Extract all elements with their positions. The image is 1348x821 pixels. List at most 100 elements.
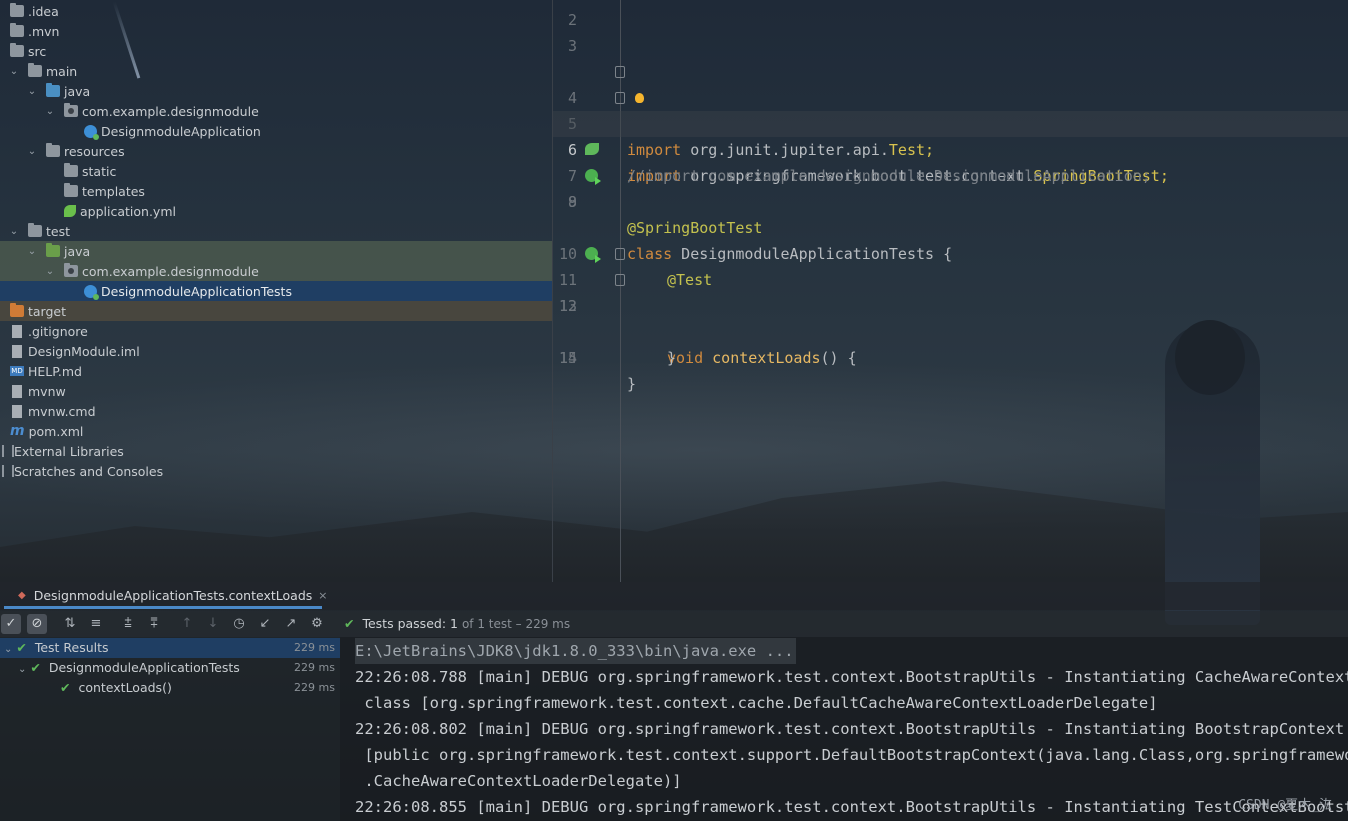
chevron-down-icon[interactable]: ⌄ [26,146,38,157]
console-line: class [org.springframework.test.context.… [355,694,1158,712]
test-folder-icon [46,243,60,257]
code-line: 3 [567,37,577,55]
tree-item-application-yml[interactable]: application.yml [0,201,552,221]
package-icon [64,103,78,117]
spring-class-icon [84,124,99,140]
code-line-current: 6 //import com.example.designmodule.Desi… [553,111,1348,185]
folder-icon [28,63,42,77]
previous-failed-icon[interactable]: ↑ [177,614,197,634]
tree-item-test-java[interactable]: ⌄ java [0,241,552,261]
code-line: 8 class DesignmoduleApplicationTests { [553,163,1348,263]
code-line: 10 @Test [558,245,713,289]
tree-item-resources[interactable]: ⌄ resources [0,141,552,161]
passed-icon: ✔ [59,680,71,695]
folder-icon [64,163,78,177]
import-tests-icon[interactable]: ↙ [255,614,275,634]
console-line: [public org.springframework.test.context… [364,746,1348,764]
sort-by-duration-icon[interactable]: ≡ [86,614,106,634]
tree-item-main-package[interactable]: ⌄ com.example.designmodule [0,101,552,121]
chevron-down-icon[interactable]: ⌄ [18,664,26,675]
code-line: 2 [567,11,577,29]
code-line: 4 import org.junit.jupiter.api.Test; [553,59,1348,159]
markdown-file-icon: MD [10,366,24,376]
tree-item-mvn[interactable]: .mvn [0,21,552,41]
chevron-down-icon[interactable]: ⌄ [8,226,20,237]
excluded-folder-icon [10,303,24,317]
fold-icon[interactable] [615,248,625,260]
tree-item-designmodule-application-tests[interactable]: DesignmoduleApplicationTests [0,281,552,301]
code-line: 9 [567,193,577,211]
code-line: 11 void contextLoads() { [553,241,1348,367]
console-line: .CacheAwareContextLoaderDelegate)] [355,772,682,790]
tree-item-test-package[interactable]: ⌄ com.example.designmodule [0,261,552,281]
expand-all-icon[interactable]: ⩲ [118,614,138,634]
check-icon: ✔ [344,616,355,631]
folder-icon [10,23,24,37]
resources-folder-icon [46,143,60,157]
spring-config-icon [64,205,76,217]
chevron-down-icon[interactable]: ⌄ [44,266,56,277]
test-row[interactable]: ⌄ ✔ DesignmoduleApplicationTests 229 ms [0,658,340,678]
passed-icon: ✔ [30,660,41,675]
tree-item-main[interactable]: ⌄ main [0,61,552,81]
tab-underline [4,606,322,609]
tree-item-designmodule-application[interactable]: DesignmoduleApplication [0,121,552,141]
tree-item-iml[interactable]: DesignModule.iml [0,341,552,361]
run-tab[interactable]: ◆ DesignmoduleApplicationTests.contextLo… [10,582,335,609]
tree-item-scratches[interactable]: Scratches and Consoles [0,461,552,481]
test-row[interactable]: ✔ contextLoads() 229 ms [0,678,340,698]
settings-gear-icon[interactable]: ⚙ [307,614,327,634]
console-output[interactable]: E:\JetBrains\JDK8\jdk1.8.0_333\bin\java.… [340,637,1348,821]
folder-icon [10,3,24,17]
export-tests-icon[interactable]: ↗ [281,614,301,634]
test-history-icon[interactable]: ◷ [229,614,249,634]
gitignore-file-icon [12,324,22,338]
show-passed-icon[interactable]: ✓ [1,614,21,634]
code-line: 12 } [553,267,1348,367]
sort-alphabetically-icon[interactable]: ⇅ [60,614,80,634]
tree-item-gitignore[interactable]: .gitignore [0,321,552,341]
code-line: 15 [558,349,577,367]
spring-class-icon [84,284,99,300]
chevron-down-icon[interactable]: ⌄ [4,644,12,655]
script-file-icon [12,404,22,418]
tree-item-target[interactable]: target [0,301,552,321]
run-test-icon[interactable] [585,169,601,185]
show-ignored-icon[interactable]: ⊘ [27,614,47,634]
tree-item-external-libraries[interactable]: External Libraries [0,441,552,461]
test-results-tree: ⌄ ✔ Test Results 229 ms ⌄ ✔ Designmodule… [0,637,340,821]
tree-item-src[interactable]: src [0,41,552,61]
chevron-down-icon[interactable]: ⌄ [8,66,20,77]
chevron-down-icon[interactable]: ⌄ [44,106,56,117]
console-line: 22:26:08.855 [main] DEBUG org.springfram… [355,798,1348,816]
tree-item-mvnw-cmd[interactable]: mvnw.cmd [0,401,552,421]
test-row[interactable]: ⌄ ✔ Test Results 229 ms [0,638,340,658]
run-test-icon[interactable] [585,247,601,263]
tree-item-idea[interactable]: .idea [0,1,552,21]
chevron-down-icon[interactable]: ⌄ [26,246,38,257]
fold-icon[interactable] [615,92,625,104]
tree-item-pom-xml[interactable]: m pom.xml [0,421,552,441]
chevron-down-icon[interactable]: ⌄ [26,86,38,97]
close-icon[interactable]: × [318,589,327,602]
code-line: 5 import org.springframework.boot.test.c… [553,85,1348,185]
spring-bean-icon[interactable] [585,143,599,155]
scratches-icon [2,465,14,477]
run-tab-bar: ◆ DesignmoduleApplicationTests.contextLo… [0,582,1348,610]
tree-item-main-java[interactable]: ⌄ java [0,81,552,101]
collapse-all-icon[interactable]: ⩱ [144,614,164,634]
iml-file-icon [12,344,22,358]
run-toolbar: ✓ ⊘ ⇅ ≡ ⩲ ⩱ ↑ ↓ ◷ ↙ ↗ ⚙ [0,611,1348,637]
fold-icon[interactable] [615,66,625,78]
tree-item-static[interactable]: static [0,161,552,181]
next-failed-icon[interactable]: ↓ [203,614,223,634]
test-run-icon: ◆ [18,590,26,601]
tree-item-mvnw[interactable]: mvnw [0,381,552,401]
lightbulb-icon[interactable] [635,93,644,103]
fold-icon[interactable] [615,274,625,286]
script-file-icon [12,384,22,398]
tree-item-test[interactable]: ⌄ test [0,221,552,241]
test-status: ✔ Tests passed: 1 of 1 test – 229 ms [344,616,571,631]
tree-item-templates[interactable]: templates [0,181,552,201]
tree-item-help-md[interactable]: MD HELP.md [0,361,552,381]
